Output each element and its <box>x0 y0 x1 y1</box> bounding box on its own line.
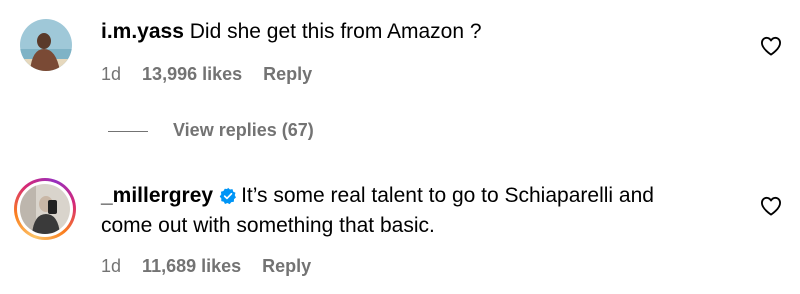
avatar-photo <box>20 184 70 234</box>
comment-likes[interactable]: 11,689 likes <box>142 256 241 276</box>
heart-icon[interactable] <box>760 196 782 216</box>
comment-meta: 1d 11,689 likes Reply <box>101 256 327 277</box>
comment-time[interactable]: 1d <box>101 64 121 84</box>
comment-text-row: i.m.yass Did she get this from Amazon ? <box>101 17 482 47</box>
replies-divider <box>108 131 148 132</box>
comment-text-row: _millergrey It’s some real talent to go … <box>101 181 654 211</box>
avatar[interactable] <box>20 19 72 71</box>
comment-username[interactable]: i.m.yass <box>101 20 184 43</box>
avatar <box>20 184 70 234</box>
reply-button[interactable]: Reply <box>263 64 312 84</box>
verified-badge-icon <box>219 187 237 205</box>
comment-text: Did she get this from Amazon ? <box>189 20 482 43</box>
avatar-story-ring[interactable] <box>14 178 76 240</box>
avatar-ring-gap <box>17 181 73 237</box>
comment-username[interactable]: _millergrey <box>101 184 213 207</box>
comment-likes[interactable]: 13,996 likes <box>142 64 242 84</box>
comment-time[interactable]: 1d <box>101 256 121 276</box>
comment-text: come out with something that basic. <box>101 214 435 237</box>
comment-meta: 1d 13,996 likes Reply <box>101 64 328 85</box>
comment-text-row-continued: come out with something that basic. <box>101 211 435 241</box>
avatar-photo <box>20 19 72 71</box>
heart-icon[interactable] <box>760 36 782 56</box>
comment-text: It’s some real talent to go to Schiapare… <box>241 184 654 207</box>
reply-button[interactable]: Reply <box>262 256 311 276</box>
view-replies-button[interactable]: View replies (67) <box>173 120 314 141</box>
